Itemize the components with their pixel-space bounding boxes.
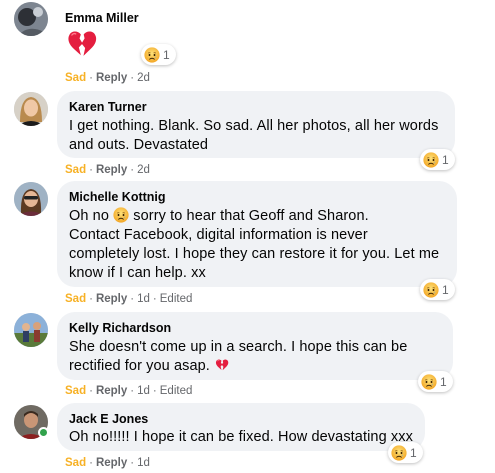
sad-reaction-icon [391,445,407,461]
avatar[interactable] [14,92,48,126]
comment-author[interactable]: Michelle Kottnig [69,189,445,205]
reaction-count-pill[interactable]: 1 [420,279,455,300]
reply-button[interactable]: Reply [96,385,127,397]
comment-actions: Sad · Reply · 2d [65,72,150,84]
comment-text: She doesn't come up in a search. I hope … [69,338,441,376]
comment-text: Oh no!!!!! I hope it can be fixed. How d… [69,429,413,445]
sad-reaction-label[interactable]: Sad [65,457,86,469]
comment-bubble: Jack E Jones Oh no!!!!! I hope it can be… [57,403,425,451]
comment-bubble: Michelle Kottnig Oh no sorry to hear tha… [57,181,457,287]
comment-bubble: Karen Turner I get nothing. Blank. So sa… [57,91,455,158]
comment-actions: Sad · Reply · 1d · Edited [65,293,193,305]
timestamp[interactable]: 2d [137,72,150,84]
broken-heart-icon [214,357,230,373]
sad-reaction-label[interactable]: Sad [65,72,86,84]
reaction-count-pill[interactable]: 1 [388,442,423,463]
timestamp[interactable]: 1d [137,385,150,397]
avatar[interactable] [14,313,48,347]
comment-text: I get nothing. Blank. So sad. All her ph… [69,118,439,153]
sad-face-emoji-icon [113,207,129,223]
reply-button[interactable]: Reply [96,457,127,469]
avatar[interactable] [14,2,48,36]
sad-reaction-label[interactable]: Sad [65,293,86,305]
reaction-count-pill[interactable]: 1 [418,371,453,392]
comment-actions: Sad · Reply · 1d · Edited [65,385,193,397]
reaction-count: 1 [442,282,449,297]
comment-actions: Sad · Reply · 2d [65,164,150,176]
sad-reaction-icon [421,374,437,390]
reply-button[interactable]: Reply [96,164,127,176]
comment-author[interactable]: Karen Turner [69,99,443,115]
sad-reaction-icon [423,152,439,168]
sad-reaction-icon [144,47,160,63]
reaction-count: 1 [163,47,170,62]
reaction-count-pill[interactable]: 1 [420,149,455,170]
reaction-count: 1 [442,152,449,167]
broken-heart-icon [64,26,100,62]
avatar[interactable] [14,182,48,216]
reply-button[interactable]: Reply [96,293,127,305]
reply-button[interactable]: Reply [96,72,127,84]
sad-reaction-icon [423,282,439,298]
sad-reaction-label[interactable]: Sad [65,385,86,397]
reaction-count: 1 [440,374,447,389]
sad-reaction-label[interactable]: Sad [65,164,86,176]
comment-author[interactable]: Kelly Richardson [69,320,441,336]
comment-text-part: Oh no [69,208,114,224]
comment-author[interactable]: Jack E Jones [69,411,413,427]
reaction-count-pill[interactable]: 1 [141,44,176,65]
comment-author[interactable]: Emma Miller [65,10,139,26]
comment-text-part: She doesn't come up in a search. I hope … [69,339,408,374]
comment-text: Oh no sorry to hear that Geoff and Sharo… [69,207,445,283]
comment-bubble: Kelly Richardson She doesn't come up in … [57,312,453,380]
reaction-count: 1 [410,445,417,460]
edited-label[interactable]: Edited [160,293,193,305]
timestamp[interactable]: 1d [137,457,150,469]
timestamp[interactable]: 1d [137,293,150,305]
comment-actions: Sad · Reply · 1d [65,457,150,469]
timestamp[interactable]: 2d [137,164,150,176]
edited-label[interactable]: Edited [160,385,193,397]
online-status-dot [38,427,49,438]
